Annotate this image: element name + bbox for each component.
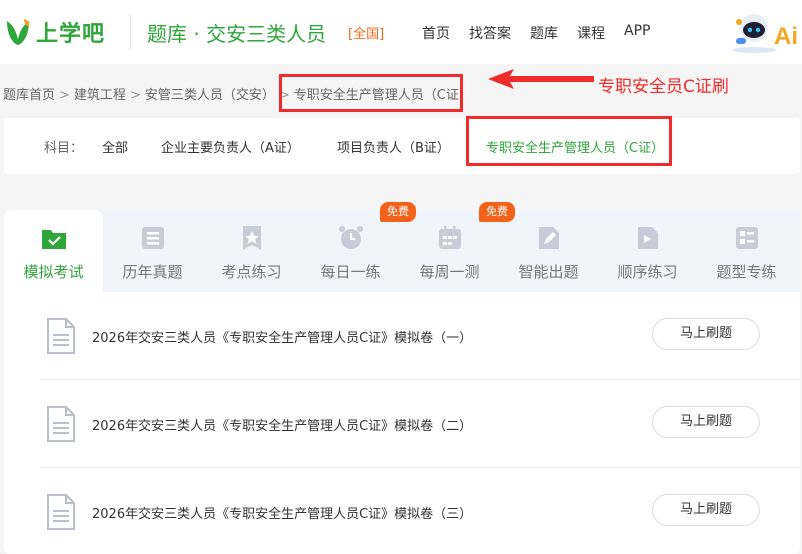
subject-cert-b[interactable]: 项目负责人（B证） [337,137,450,156]
leaf-logo-icon [7,19,30,45]
document-icon [47,494,75,530]
tab-label: 每日一练 [320,263,381,281]
practice-panel: 模拟考试 历年真题 考点练习 每日一练 免费 每周一测 免费 智能出题 顺序练习… [4,202,800,554]
paper-title[interactable]: 2026年交安三类人员《专职安全生产管理人员C证》模拟卷（一） [92,327,472,346]
region-selector[interactable]: [全国] [348,23,384,42]
list-item: 2026年交安三类人员《专职安全生产管理人员C证》模拟卷（二） 马上刷题 [40,380,800,468]
ai-robot-icon[interactable]: Ai [724,10,802,54]
nav-app[interactable]: APP [624,23,650,43]
breadcrumb-separator: > [59,88,70,103]
breadcrumb-safety-three[interactable]: 安管三类人员（交安） [145,88,275,103]
tab-label: 题型专练 [716,263,777,281]
nav-courses[interactable]: 课程 [577,23,605,43]
main-nav: 首页 找答案 题库 课程 APP [422,23,669,43]
tab-sequential-practice[interactable]: 顺序练习 [598,210,697,292]
nav-home[interactable]: 首页 [422,23,450,43]
start-practice-button[interactable]: 马上刷题 [652,318,760,350]
list-item: 2026年交安三类人员《专职安全生产管理人员C证》模拟卷（一） 马上刷题 [40,292,800,380]
subject-cert-a[interactable]: 企业主要负责人（A证） [161,137,300,156]
site-logo[interactable]: 上学吧 [4,14,105,50]
annotation-arrow [488,69,594,89]
play-list-icon [638,227,658,249]
annotation-box-breadcrumb [279,74,463,112]
tab-question-types[interactable]: 题型专练 [697,210,796,292]
star-bookmark-icon [243,226,261,250]
tab-label: 顺序练习 [617,263,678,281]
alarm-clock-icon [339,226,363,249]
breadcrumb-question-home[interactable]: 题库首页 [3,88,55,103]
tab-daily-practice[interactable]: 每日一练 [301,210,400,292]
tab-key-points[interactable]: 考点练习 [202,210,301,292]
tab-label: 模拟考试 [23,263,84,281]
svg-text:Ai: Ai [774,23,798,50]
list-item: 2026年交安三类人员《专职安全生产管理人员C证》模拟卷（三） 马上刷题 [40,468,800,554]
check-folder-icon [42,230,66,249]
subject-filter: 科目： 全部 企业主要负责人（A证） 项目负责人（B证） 专职安全生产管理人员（… [4,118,800,174]
nav-find-answer[interactable]: 找答案 [469,23,511,43]
header-divider [130,14,131,50]
free-badge: 免费 [479,202,515,222]
document-icon [47,318,75,354]
tab-label: 每周一测 [419,263,480,281]
top-header: 上学吧 题库 · 交安三类人员 [全国] 首页 找答案 题库 课程 APP Ai [0,0,802,64]
breadcrumb-construction[interactable]: 建筑工程 [74,88,126,103]
mode-tabs: 模拟考试 历年真题 考点练习 每日一练 免费 每周一测 免费 智能出题 顺序练习… [4,202,800,292]
nav-question-bank[interactable]: 题库 [530,23,558,43]
tab-weekly-test[interactable]: 免费 每周一测 [380,202,499,292]
paper-title[interactable]: 2026年交安三类人员《专职安全生产管理人员C证》模拟卷（三） [92,503,472,522]
document-icon [47,406,75,442]
free-badge: 免费 [380,202,416,222]
stack-icon [142,227,164,249]
tab-label: 考点练习 [221,263,282,281]
annotation-text: 专职安全员C证刷 [598,77,729,97]
subject-all[interactable]: 全部 [102,137,128,156]
subject-label: 科目： [44,141,84,156]
annotation-box-subject [466,116,672,166]
site-title: 题库 · 交安三类人员 [147,22,327,46]
tab-label: 智能出题 [518,263,579,281]
tab-past-papers[interactable]: 历年真题 [103,210,202,292]
calendar-icon [439,226,461,249]
pencil-icon [539,227,559,249]
tab-label: 历年真题 [122,263,183,281]
start-practice-button[interactable]: 马上刷题 [652,494,760,526]
start-practice-button[interactable]: 马上刷题 [652,406,760,438]
tab-mock-exam[interactable]: 模拟考试 [4,210,103,292]
paper-title[interactable]: 2026年交安三类人员《专职安全生产管理人员C证》模拟卷（二） [92,415,472,434]
breadcrumb-separator: > [129,88,141,103]
grid-list-icon [736,227,758,249]
logo-text: 上学吧 [36,22,106,47]
tab-smart-questions[interactable]: 免费 智能出题 [479,202,598,292]
